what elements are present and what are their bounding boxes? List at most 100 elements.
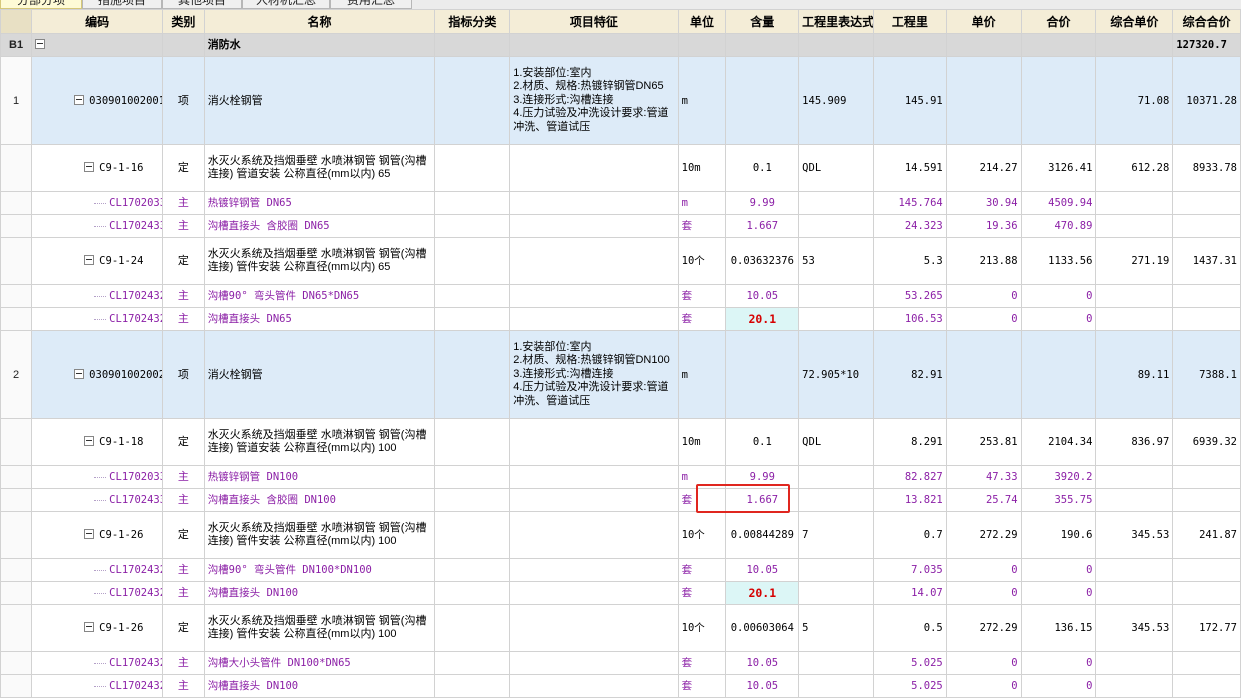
content-cell[interactable]: 20.1 xyxy=(725,307,800,331)
comp-unit-price-cell[interactable] xyxy=(1095,191,1174,215)
content-cell[interactable]: 0.1 xyxy=(725,144,800,192)
index-category-cell[interactable] xyxy=(434,144,511,192)
unit-price-cell[interactable]: 0 xyxy=(945,674,1022,698)
quantity-expr-cell[interactable] xyxy=(798,488,874,512)
total-price-cell[interactable] xyxy=(1020,330,1097,419)
unit-cell[interactable]: 套 xyxy=(677,307,727,331)
quota-row[interactable]: C9-1-26 定水灭火系统及挡烟垂壁 水喷淋钢管 钢管(沟槽连接) 管件安装 公… xyxy=(0,511,1241,559)
total-price-cell[interactable]: 4509.94 xyxy=(1020,191,1097,215)
total-price-cell[interactable] xyxy=(1020,33,1097,57)
index-category-cell[interactable] xyxy=(434,604,511,652)
comp-unit-price-cell[interactable] xyxy=(1095,33,1174,57)
quantity-cell[interactable]: 145.764 xyxy=(873,191,947,215)
code-cell[interactable]: C9-1-26 xyxy=(31,604,164,652)
name-cell[interactable]: 沟槽直接头 DN100 xyxy=(203,581,436,605)
quota-row[interactable]: C9-1-24 定水灭火系统及挡烟垂壁 水喷淋钢管 钢管(沟槽连接) 管件安装 公… xyxy=(0,237,1241,285)
unit-cell[interactable]: m xyxy=(677,191,727,215)
features-cell[interactable]: 1.安装部位:室内 2.材质、规格:热镀锌钢管DN65 3.连接形式:沟槽连接 4.压… xyxy=(509,56,679,145)
row-index[interactable]: B1 xyxy=(0,33,33,57)
quantity-expr-cell[interactable]: 145.909 xyxy=(798,56,874,145)
row-index[interactable] xyxy=(0,144,33,192)
name-cell[interactable]: 消火栓钢管 xyxy=(203,56,436,145)
row-index[interactable] xyxy=(0,191,33,215)
type-cell[interactable]: 主 xyxy=(162,214,205,238)
tab-fbfx[interactable]: 分部分项 xyxy=(0,0,82,9)
type-cell[interactable]: 主 xyxy=(162,558,205,582)
comp-unit-price-cell[interactable] xyxy=(1095,307,1174,331)
col-header-type[interactable]: 类别 xyxy=(162,9,205,34)
features-cell[interactable] xyxy=(509,214,679,238)
quantity-expr-cell[interactable]: 7 xyxy=(798,511,874,559)
type-cell[interactable]: 主 xyxy=(162,307,205,331)
code-cell[interactable]: CL1702432002 xyxy=(31,558,164,582)
row-index[interactable] xyxy=(0,214,33,238)
comp-unit-price-cell[interactable] xyxy=(1095,488,1174,512)
features-cell[interactable] xyxy=(509,511,679,559)
total-price-cell[interactable]: 0 xyxy=(1020,674,1097,698)
comp-total-cell[interactable]: 6939.32 xyxy=(1172,418,1241,466)
col-header-name[interactable]: 名称 xyxy=(203,9,436,34)
name-cell[interactable]: 沟槽直接头 含胶圈 DN65 xyxy=(203,214,436,238)
material-row[interactable]: CL1702432008主沟槽大小头管件 DN100*DN65 套10.05 5.0… xyxy=(0,651,1241,675)
name-cell[interactable]: 热镀锌钢管 DN100 xyxy=(203,465,436,489)
unit-cell[interactable]: 套 xyxy=(677,214,727,238)
material-row[interactable]: CL1702432007主沟槽直接头 DN100套20.114.0700 xyxy=(0,581,1241,605)
unit-cell[interactable]: m xyxy=(677,465,727,489)
index-category-cell[interactable] xyxy=(434,307,511,331)
unit-price-cell[interactable]: 19.36 xyxy=(945,214,1022,238)
col-header-index-category[interactable]: 指标分类 xyxy=(434,9,511,34)
comp-unit-price-cell[interactable] xyxy=(1095,674,1174,698)
index-category-cell[interactable] xyxy=(434,56,511,145)
code-cell[interactable]: CL1702432008 xyxy=(31,651,164,675)
collapse-toggle-icon[interactable] xyxy=(84,255,95,265)
total-price-cell[interactable]: 0 xyxy=(1020,581,1097,605)
row-index[interactable] xyxy=(0,488,33,512)
index-category-cell[interactable] xyxy=(434,284,511,308)
unit-price-cell[interactable]: 25.74 xyxy=(945,488,1022,512)
features-cell[interactable] xyxy=(509,418,679,466)
material-row[interactable]: CL1702033001主热镀锌钢管 DN65 m9.99 145.76430.94… xyxy=(0,191,1241,215)
unit-price-cell[interactable]: 0 xyxy=(945,558,1022,582)
name-cell[interactable]: 沟槽直接头 DN100 xyxy=(203,674,436,698)
row-index[interactable] xyxy=(0,558,33,582)
features-cell[interactable] xyxy=(509,191,679,215)
name-cell[interactable]: 消火栓钢管 xyxy=(203,330,436,419)
total-price-cell[interactable]: 0 xyxy=(1020,651,1097,675)
quantity-cell[interactable]: 106.53 xyxy=(873,307,947,331)
quota-row[interactable]: C9-1-26 定水灭火系统及挡烟垂壁 水喷淋钢管 钢管(沟槽连接) 管件安装 公… xyxy=(0,604,1241,652)
comp-total-cell[interactable] xyxy=(1172,488,1241,512)
quantity-cell[interactable]: 13.821 xyxy=(873,488,947,512)
quantity-expr-cell[interactable] xyxy=(798,558,874,582)
collapse-toggle-icon[interactable] xyxy=(74,368,85,379)
index-category-cell[interactable] xyxy=(434,674,511,698)
quantity-cell[interactable]: 14.591 xyxy=(873,144,947,192)
unit-price-cell[interactable]: 0 xyxy=(945,581,1022,605)
unit-price-cell[interactable]: 272.29 xyxy=(945,604,1022,652)
index-category-cell[interactable] xyxy=(434,651,511,675)
total-price-cell[interactable]: 2104.34 xyxy=(1020,418,1097,466)
code-cell[interactable]: CL1702433005 xyxy=(31,488,164,512)
type-cell[interactable]: 定 xyxy=(162,144,205,192)
content-cell[interactable]: 1.667 xyxy=(725,488,800,512)
content-cell[interactable]: 1.667 xyxy=(725,214,800,238)
content-cell[interactable]: 0.00844289 xyxy=(725,511,800,559)
comp-unit-price-cell[interactable]: 89.11 xyxy=(1095,330,1174,419)
quantity-cell[interactable]: 24.323 xyxy=(873,214,947,238)
type-cell[interactable]: 主 xyxy=(162,488,205,512)
features-cell[interactable] xyxy=(509,307,679,331)
total-price-cell[interactable]: 0 xyxy=(1020,284,1097,308)
quantity-expr-cell[interactable]: QDL xyxy=(798,418,874,466)
name-cell[interactable]: 水灭火系统及挡烟垂壁 水喷淋钢管 钢管(沟槽连接) 管道安装 公称直径(mm以内… xyxy=(203,144,436,192)
comp-total-cell[interactable] xyxy=(1172,651,1241,675)
name-cell[interactable]: 沟槽直接头 DN65 xyxy=(203,307,436,331)
type-cell[interactable]: 定 xyxy=(162,418,205,466)
quantity-expr-cell[interactable] xyxy=(798,191,874,215)
content-cell[interactable]: 0.1 xyxy=(725,418,800,466)
unit-price-cell[interactable]: 0 xyxy=(945,307,1022,331)
unit-price-cell[interactable]: 0 xyxy=(945,284,1022,308)
comp-total-cell[interactable]: 127320.7 xyxy=(1172,33,1241,57)
unit-price-cell[interactable]: 272.29 xyxy=(945,511,1022,559)
quantity-expr-cell[interactable] xyxy=(798,674,874,698)
features-cell[interactable] xyxy=(509,674,679,698)
material-row[interactable]: CL1702033002主热镀锌钢管 DN100 m9.99 82.82747.33… xyxy=(0,465,1241,489)
